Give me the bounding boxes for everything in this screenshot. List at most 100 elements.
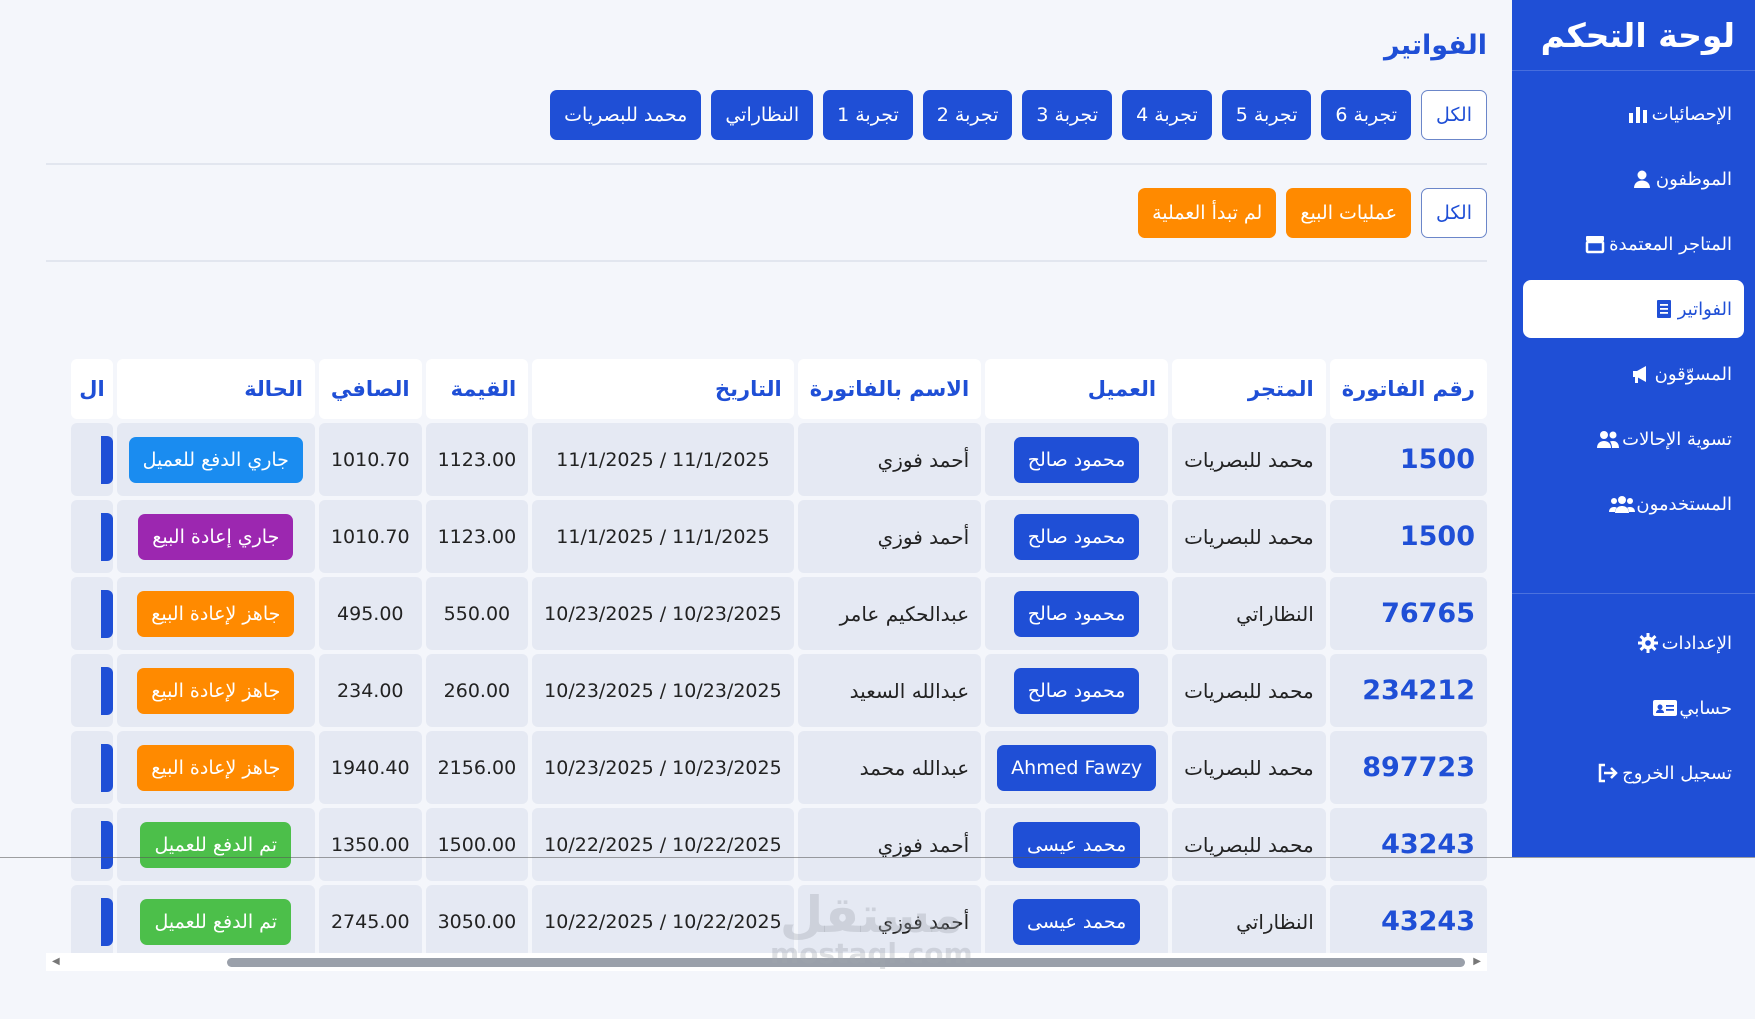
store-filter-chip[interactable]: تجربة 5 bbox=[1221, 90, 1312, 140]
action-button[interactable] bbox=[100, 666, 113, 715]
action-button[interactable] bbox=[100, 743, 113, 792]
action-button[interactable] bbox=[100, 589, 113, 638]
client-button[interactable]: محمود صالح bbox=[1013, 436, 1140, 483]
sidebar-item-main-3[interactable]: الفواتير bbox=[1523, 280, 1744, 338]
sidebar-item-main-0[interactable]: الإحصائيات bbox=[1523, 85, 1744, 143]
sidebar-item-main-5[interactable]: تسوية الإحالات bbox=[1523, 410, 1744, 468]
status-badge[interactable]: جاري إعادة البيع bbox=[138, 513, 294, 560]
table-row[interactable]: 897723 محمد للبصريات Ahmed Fawzy عبدالله مح… bbox=[71, 731, 1487, 804]
date-cell: 10/23/2025 / 10/23/2025 bbox=[532, 731, 794, 804]
date-cell: 10/22/2025 / 10/22/2025 bbox=[532, 808, 794, 881]
client-button[interactable]: محمد عيسى bbox=[1012, 821, 1141, 868]
sidebar-item-main-4[interactable]: المسوّقون bbox=[1523, 345, 1744, 403]
store-cell: محمد للبصريات bbox=[1172, 423, 1326, 496]
store-filter-chip[interactable]: محمد للبصريات bbox=[550, 90, 702, 140]
client-button[interactable]: محمود صالح bbox=[1013, 590, 1140, 637]
users-group-icon bbox=[1608, 490, 1636, 518]
invoice-number-cell[interactable]: 1500 bbox=[1329, 423, 1487, 496]
user-icon bbox=[1628, 165, 1656, 193]
store-filter-chip[interactable]: تجربة 2 bbox=[922, 90, 1013, 140]
column-header[interactable]: المتجر bbox=[1172, 359, 1326, 419]
client-button[interactable]: Ahmed Fawzy bbox=[997, 744, 1157, 791]
type-filter-chip[interactable]: الكل bbox=[1421, 188, 1487, 238]
sidebar-item-bottom-1[interactable]: حسابي bbox=[1523, 679, 1744, 737]
invoice-number-cell[interactable]: 897723 bbox=[1329, 731, 1487, 804]
status-badge[interactable]: جاري الدفع للعميل bbox=[128, 436, 303, 483]
store-filter-chip[interactable]: تجربة 3 bbox=[1022, 90, 1113, 140]
invoice-name-cell: أحمد فوزي bbox=[797, 423, 982, 496]
sidebar-item-label: الإحصائيات bbox=[1651, 103, 1732, 125]
table-row[interactable]: 43243 محمد للبصريات محمد عيسى أحمد فوزي 10/2… bbox=[71, 808, 1487, 881]
scroll-right-arrow-icon[interactable]: ▶ bbox=[1473, 956, 1481, 967]
sidebar-item-main-2[interactable]: المتاجر المعتمدة bbox=[1523, 215, 1744, 273]
client-button[interactable]: محمود صالح bbox=[1013, 667, 1140, 714]
type-filter-chip[interactable]: عمليات البيع bbox=[1286, 188, 1412, 238]
status-badge[interactable]: جاهز لإعادة البيع bbox=[137, 667, 295, 714]
sidebar-item-main-6[interactable]: المستخدمون bbox=[1523, 475, 1744, 533]
sidebar: لوحة التحكم الإحصائيات الموظفون المتاجر ال… bbox=[1512, 0, 1755, 857]
store-filter-chip[interactable]: تجربة 6 bbox=[1321, 90, 1412, 140]
action-button[interactable] bbox=[100, 897, 113, 946]
status-badge[interactable]: جاهز لإعادة البيع bbox=[137, 590, 295, 637]
sidebar-item-label: الإعدادات bbox=[1661, 632, 1732, 654]
divider bbox=[46, 260, 1487, 262]
sidebar-item-bottom-2[interactable]: تسجيل الخروج bbox=[1523, 744, 1744, 802]
net-cell: 1010.70 bbox=[318, 500, 422, 573]
horizontal-scrollbar[interactable]: ◀ ▶ bbox=[46, 953, 1487, 971]
column-header[interactable]: ال bbox=[71, 359, 113, 419]
status-cell: جاري إعادة البيع bbox=[116, 500, 315, 573]
sidebar-item-main-1[interactable]: الموظفون bbox=[1523, 150, 1744, 208]
invoice-number-cell[interactable]: 43243 bbox=[1329, 885, 1487, 958]
invoice-name-cell: عبدالحكيم عامر bbox=[797, 577, 982, 650]
amount-cell: 1500.00 bbox=[425, 808, 529, 881]
client-button[interactable]: محمد عيسى bbox=[1012, 898, 1141, 945]
status-badge[interactable]: تم الدفع للعميل bbox=[140, 821, 292, 868]
store-cell: النظاراتي bbox=[1172, 885, 1326, 958]
net-cell: 1940.40 bbox=[318, 731, 422, 804]
action-button[interactable] bbox=[100, 512, 113, 561]
sidebar-item-label: المستخدمون bbox=[1636, 493, 1732, 515]
action-button[interactable] bbox=[100, 435, 113, 484]
store-filter-chip[interactable]: الكل bbox=[1421, 90, 1487, 140]
column-header[interactable]: الصافي bbox=[318, 359, 422, 419]
status-badge[interactable]: تم الدفع للعميل bbox=[140, 898, 292, 945]
invoice-number-cell[interactable]: 234212 bbox=[1329, 654, 1487, 727]
table-header-row: رقم الفاتورة المتجر العميل الاسم بالفاتورة ا… bbox=[71, 359, 1487, 419]
watermark: مستقل mostaql.com bbox=[770, 890, 973, 968]
status-cell: جاهز لإعادة البيع bbox=[116, 577, 315, 650]
store-filter-chip[interactable]: النظاراتي bbox=[711, 90, 814, 140]
column-header[interactable]: القيمة bbox=[425, 359, 529, 419]
sidebar-item-bottom-0[interactable]: الإعدادات bbox=[1523, 614, 1744, 672]
column-header[interactable]: التاريخ bbox=[532, 359, 794, 419]
table-row[interactable]: 234212 محمد للبصريات محمود صالح عبدالله الس… bbox=[71, 654, 1487, 727]
sidebar-item-label: المتاجر المعتمدة bbox=[1609, 233, 1732, 255]
invoice-number-cell[interactable]: 76765 bbox=[1329, 577, 1487, 650]
store-filter-bar: الكل تجربة 6 تجربة 5 تجربة 4 تجربة 3 تجربة 2ت… bbox=[550, 90, 1487, 140]
invoice-number-cell[interactable]: 43243 bbox=[1329, 808, 1487, 881]
scroll-left-arrow-icon[interactable]: ◀ bbox=[52, 956, 60, 967]
column-header[interactable]: العميل bbox=[985, 359, 1169, 419]
type-filter-chip[interactable]: لم تبدأ العملية bbox=[1138, 188, 1277, 238]
status-cell: جاهز لإعادة البيع bbox=[116, 731, 315, 804]
table-row[interactable]: 76765 النظاراتي محمود صالح عبدالحكيم عامر 10… bbox=[71, 577, 1487, 650]
net-cell: 1350.00 bbox=[318, 808, 422, 881]
store-filter-chip[interactable]: تجربة 4 bbox=[1122, 90, 1212, 140]
net-cell: 234.00 bbox=[318, 654, 422, 727]
store-cell: محمد للبصريات bbox=[1172, 808, 1326, 881]
amount-cell: 550.00 bbox=[425, 577, 529, 650]
store-filter-chip[interactable]: تجربة 1 bbox=[823, 90, 913, 140]
status-badge[interactable]: جاهز لإعادة البيع bbox=[137, 744, 295, 791]
sidebar-item-label: الموظفون bbox=[1655, 168, 1732, 190]
table-row[interactable]: 1500 محمد للبصريات محمود صالح أحمد فوزي 11/1… bbox=[71, 423, 1487, 496]
action-button[interactable] bbox=[100, 820, 113, 869]
store-cell: محمد للبصريات bbox=[1172, 654, 1326, 727]
column-header[interactable]: رقم الفاتورة bbox=[1329, 359, 1487, 419]
column-header[interactable]: الاسم بالفاتورة bbox=[797, 359, 982, 419]
store-icon bbox=[1581, 230, 1609, 258]
table-row[interactable]: 1500 محمد للبصريات محمود صالح أحمد فوزي 11/1… bbox=[71, 500, 1487, 573]
store-cell: النظاراتي bbox=[1172, 577, 1326, 650]
column-header[interactable]: الحالة bbox=[116, 359, 315, 419]
users-icon bbox=[1594, 425, 1622, 453]
client-button[interactable]: محمود صالح bbox=[1013, 513, 1140, 560]
invoice-number-cell[interactable]: 1500 bbox=[1329, 500, 1487, 573]
